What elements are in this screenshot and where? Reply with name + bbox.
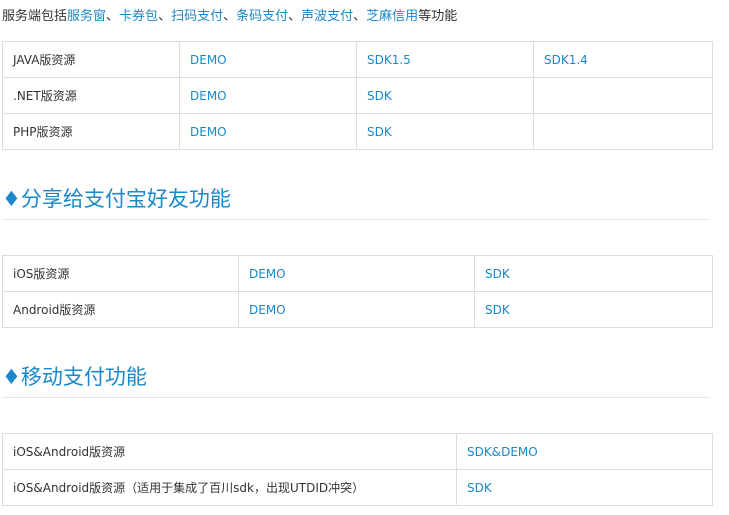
link-saomazhifu[interactable]: 扫码支付: [171, 9, 223, 24]
empty-cell: [533, 77, 713, 114]
section-title-share: ♦分享给支付宝好友功能: [2, 187, 231, 211]
table-row: iOS&Android版资源（适用于集成了百川sdk，出现UTDID冲突） SD…: [2, 469, 713, 506]
table-row: PHP版资源 DEMO SDK: [2, 113, 713, 150]
section-divider: [2, 219, 710, 220]
sdk-link[interactable]: SDK1.5: [356, 41, 534, 78]
link-shengbozhifu[interactable]: 声波支付: [301, 9, 353, 24]
empty-cell: [533, 113, 713, 150]
sdk-link[interactable]: SDK: [474, 291, 713, 328]
row-label: JAVA版资源: [2, 41, 180, 78]
link-kaquanbao[interactable]: 卡券包: [119, 9, 158, 24]
demo-link[interactable]: DEMO: [179, 41, 357, 78]
section-title-mobile-pay: ♦移动支付功能: [2, 365, 147, 389]
link-zhimaxinyong[interactable]: 芝麻信用: [366, 9, 418, 24]
sdk-demo-link[interactable]: SDK&DEMO: [456, 433, 713, 470]
separator: 、: [288, 9, 302, 24]
share-resources-table: iOS版资源 DEMO SDK Android版资源 DEMO SDK: [2, 255, 713, 328]
row-label: Android版资源: [2, 291, 239, 328]
server-resources-table: JAVA版资源 DEMO SDK1.5 SDK1.4 .NET版资源 DEMO …: [2, 41, 713, 150]
sdk-link[interactable]: SDK1.4: [533, 41, 713, 78]
demo-link[interactable]: DEMO: [238, 291, 475, 328]
sdk-link[interactable]: SDK: [356, 77, 534, 114]
table-row: iOS&Android版资源 SDK&DEMO: [2, 433, 713, 470]
section-divider: [2, 397, 710, 398]
row-label: iOS&Android版资源（适用于集成了百川sdk，出现UTDID冲突）: [2, 469, 457, 506]
demo-link[interactable]: DEMO: [179, 113, 357, 150]
demo-link[interactable]: DEMO: [238, 255, 475, 292]
intro-suffix: 等功能: [418, 9, 458, 24]
demo-link[interactable]: DEMO: [179, 77, 357, 114]
row-label: PHP版资源: [2, 113, 180, 150]
separator: 、: [158, 9, 172, 24]
mobile-pay-resources-table: iOS&Android版资源 SDK&DEMO iOS&Android版资源（适…: [2, 433, 713, 506]
table-row: iOS版资源 DEMO SDK: [2, 255, 713, 292]
sdk-link[interactable]: SDK: [474, 255, 713, 292]
sdk-link[interactable]: SDK: [356, 113, 534, 150]
link-tiaomazhifu[interactable]: 条码支付: [236, 9, 288, 24]
sdk-link[interactable]: SDK: [456, 469, 713, 506]
row-label: iOS版资源: [2, 255, 239, 292]
row-label: iOS&Android版资源: [2, 433, 457, 470]
intro-prefix: 服务端包括: [2, 9, 68, 24]
separator: 、: [106, 9, 120, 24]
intro-text: 服务端包括服务窗、卡券包、扫码支付、条码支付、声波支付、芝麻信用等功能: [2, 8, 457, 26]
row-label: .NET版资源: [2, 77, 180, 114]
separator: 、: [353, 9, 367, 24]
table-row: Android版资源 DEMO SDK: [2, 291, 713, 328]
link-fuwuchuang[interactable]: 服务窗: [67, 9, 106, 24]
separator: 、: [223, 9, 237, 24]
table-row: .NET版资源 DEMO SDK: [2, 77, 713, 114]
table-row: JAVA版资源 DEMO SDK1.5 SDK1.4: [2, 41, 713, 78]
